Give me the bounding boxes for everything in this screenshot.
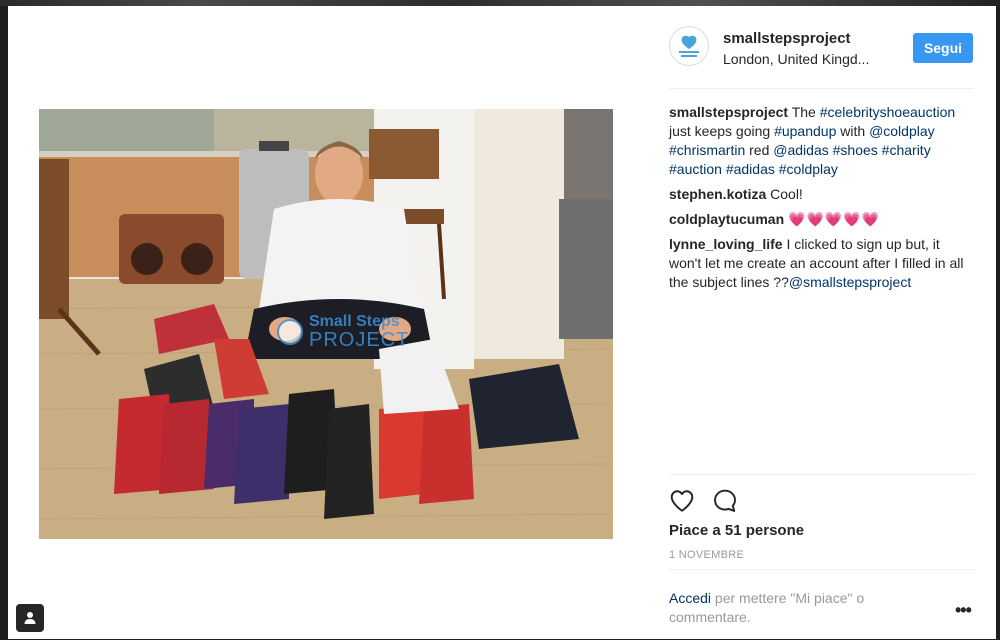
hashtag-link[interactable]: #auction — [669, 161, 722, 177]
caption-text: just keeps going — [669, 123, 771, 139]
caption: smallstepsproject The #celebrityshoeauct… — [669, 103, 974, 179]
post-sidebar: smallstepsproject London, United Kingd..… — [669, 6, 974, 639]
comment-prompt: Accedi per mettere "Mi piace" o commenta… — [669, 569, 974, 640]
comment-username[interactable]: stephen.kotiza — [669, 186, 766, 202]
comment-button[interactable] — [712, 488, 738, 514]
post-image[interactable]: Small Steps PROJECT — [39, 109, 613, 539]
comment-text: Cool! — [770, 186, 803, 202]
post-header: smallstepsproject London, United Kingd..… — [669, 24, 974, 89]
comment-item: coldplaytucuman 💗💗💗💗💗 — [669, 210, 974, 229]
hashtag-link[interactable]: #adidas — [726, 161, 775, 177]
action-bar — [669, 474, 974, 525]
avatar[interactable] — [669, 26, 709, 66]
hashtag-link[interactable]: #celebrityshoeauction — [820, 104, 955, 120]
comment-username[interactable]: lynne_loving_life — [669, 236, 783, 252]
comments-list: smallstepsproject The #celebrityshoeauct… — [669, 103, 974, 298]
comment-item: stephen.kotiza Cool! — [669, 185, 974, 204]
like-button[interactable] — [669, 488, 695, 514]
hashtag-link[interactable]: #shoes — [833, 142, 878, 158]
post-date: 1 NOVEMBRE — [669, 549, 745, 561]
likes-count[interactable]: Piace a 51 persone — [669, 522, 804, 539]
mention-link[interactable]: @adidas — [773, 142, 828, 158]
hashtag-link[interactable]: #coldplay — [779, 161, 838, 177]
comment-item: lynne_loving_life I clicked to sign up b… — [669, 235, 974, 292]
avatar-logo-icon — [673, 30, 705, 62]
post-username[interactable]: smallstepsproject — [723, 30, 851, 47]
heart-outline-icon — [670, 490, 694, 512]
post-location[interactable]: London, United Kingd... — [723, 51, 869, 67]
watermark-line1: Small Steps — [309, 313, 400, 330]
mention-link[interactable]: @smallstepsproject — [789, 274, 911, 290]
caption-text: red — [749, 142, 770, 158]
watermark-line2: PROJECT — [309, 329, 410, 351]
speech-bubble-icon — [714, 489, 736, 512]
user-icon — [24, 612, 36, 624]
watermark: Small Steps PROJECT — [277, 314, 409, 350]
more-dots-icon[interactable]: ••• — [955, 600, 972, 621]
hashtag-link[interactable]: #upandup — [774, 123, 836, 139]
watermark-logo-icon — [277, 319, 303, 345]
comment-username[interactable]: coldplaytucuman — [669, 211, 784, 227]
caption-username[interactable]: smallstepsproject — [669, 104, 788, 120]
comment-text: 💗💗💗💗💗 — [788, 211, 881, 227]
post-modal: Small Steps PROJECT smallstepsproject Lo… — [8, 6, 996, 639]
caption-text: The — [791, 104, 816, 120]
hashtag-link[interactable]: #chrismartin — [669, 142, 745, 158]
mention-link[interactable]: @coldplay — [869, 123, 935, 139]
profile-button[interactable] — [16, 604, 44, 632]
login-link[interactable]: Accedi — [669, 590, 711, 606]
follow-button[interactable]: Segui — [913, 33, 973, 63]
caption-text: with — [840, 123, 866, 139]
login-prompt: Accedi per mettere "Mi piace" o commenta… — [669, 589, 919, 627]
hashtag-link[interactable]: #charity — [882, 142, 931, 158]
